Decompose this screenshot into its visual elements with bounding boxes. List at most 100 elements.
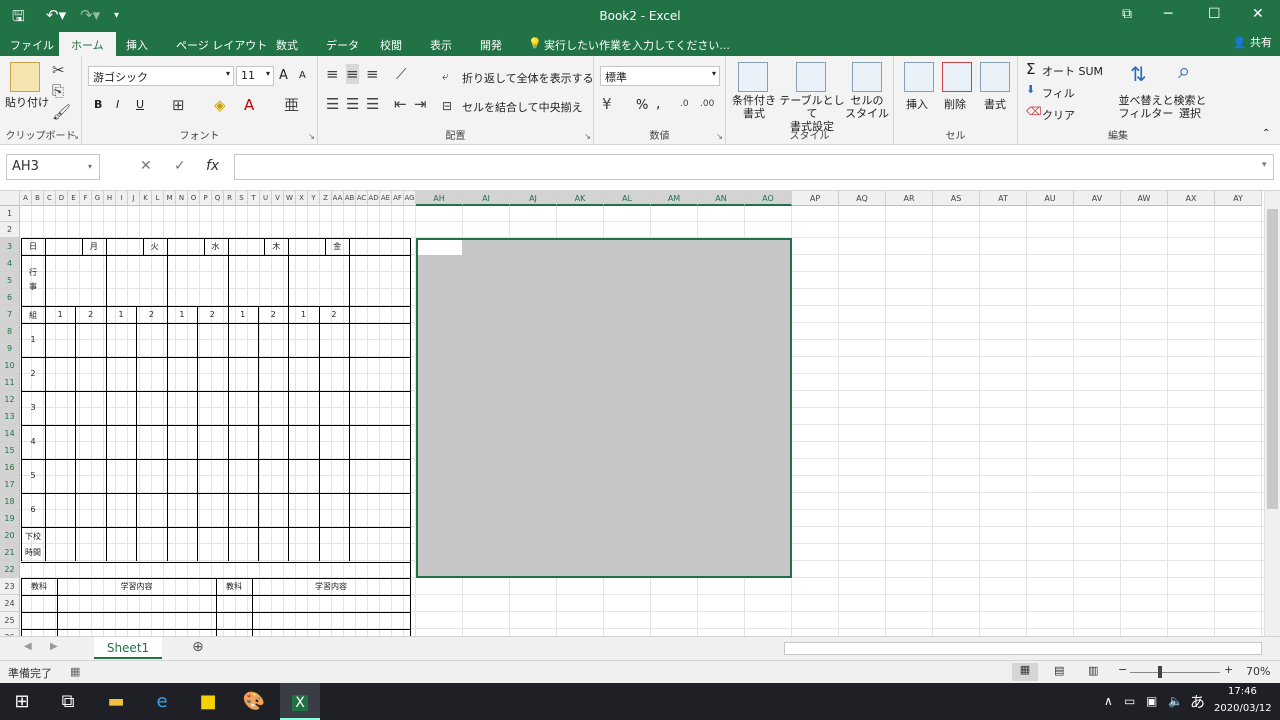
alignment-launcher-icon[interactable]: ↘ xyxy=(584,132,591,141)
zoom-level[interactable]: 70% xyxy=(1246,665,1270,678)
tab-file[interactable]: ファイル xyxy=(10,37,54,53)
column-header[interactable]: AV xyxy=(1074,191,1121,206)
close-button[interactable]: ✕ xyxy=(1252,6,1264,22)
name-box[interactable]: AH3 xyxy=(6,154,100,180)
tab-review[interactable]: 校閲 xyxy=(380,37,402,53)
comma-button[interactable]: , xyxy=(656,96,660,112)
row-header[interactable]: 13 xyxy=(0,408,20,425)
volume-icon[interactable]: 🔈 xyxy=(1168,694,1183,708)
font-color-icon[interactable]: A xyxy=(244,95,254,115)
tab-page-layout[interactable]: ページ レイアウト xyxy=(176,37,267,53)
edge-browser-icon[interactable]: e xyxy=(150,691,174,712)
clock-date[interactable]: 2020/03/12 xyxy=(1214,703,1272,714)
column-header[interactable]: P xyxy=(200,191,212,206)
column-header[interactable]: Y xyxy=(308,191,320,206)
align-bottom-icon[interactable]: ≡ xyxy=(366,64,379,84)
prev-sheet-icon[interactable]: ◀ xyxy=(24,641,32,652)
phonetic-icon[interactable]: 亜 xyxy=(284,95,299,115)
cut-icon[interactable]: ✂ xyxy=(52,60,65,80)
insert-cells-button[interactable]: 挿入 xyxy=(906,96,928,112)
row-header[interactable]: 18 xyxy=(0,493,20,510)
column-header[interactable]: AN xyxy=(698,191,745,206)
active-cell[interactable] xyxy=(418,240,462,255)
column-header[interactable]: AX xyxy=(1168,191,1215,206)
row-header[interactable]: 26 xyxy=(0,629,20,636)
zoom-slider-thumb[interactable] xyxy=(1158,666,1162,678)
cancel-entry-icon[interactable]: ✕ xyxy=(140,158,152,174)
zoom-out-button[interactable]: − xyxy=(1118,663,1127,676)
autosum-button[interactable]: オート SUM xyxy=(1042,63,1103,79)
column-header[interactable]: AF xyxy=(392,191,404,206)
column-header[interactable]: F xyxy=(80,191,92,206)
name-box-dropdown-icon[interactable]: ▾ xyxy=(88,162,92,171)
wrap-text-button[interactable]: 折り返して全体を表示する xyxy=(462,70,594,86)
column-header[interactable]: AS xyxy=(933,191,980,206)
column-header[interactable]: J xyxy=(128,191,140,206)
column-header[interactable]: AD xyxy=(368,191,380,206)
tab-formulas[interactable]: 数式 xyxy=(276,37,298,53)
row-header[interactable]: 21 xyxy=(0,544,20,561)
insert-function-icon[interactable]: fx xyxy=(206,158,219,174)
clear-button[interactable]: クリア xyxy=(1042,107,1075,123)
row-header[interactable]: 6 xyxy=(0,289,20,306)
column-header[interactable]: AY xyxy=(1215,191,1262,206)
column-header[interactable]: AL xyxy=(604,191,651,206)
column-header[interactable]: T xyxy=(248,191,260,206)
select-all-corner[interactable] xyxy=(0,191,20,206)
column-header[interactable]: L xyxy=(152,191,164,206)
column-header[interactable]: N xyxy=(176,191,188,206)
enter-entry-icon[interactable]: ✓ xyxy=(174,158,186,174)
horizontal-scrollbar[interactable] xyxy=(784,642,1262,655)
paste-button[interactable]: 貼り付け xyxy=(5,94,49,110)
row-header[interactable]: 17 xyxy=(0,476,20,493)
orientation-icon[interactable]: ⟋ xyxy=(396,64,407,84)
row-header[interactable]: 19 xyxy=(0,510,20,527)
minimize-button[interactable]: ─ xyxy=(1164,6,1172,22)
increase-decimal-icon[interactable]: .0 xyxy=(680,94,689,114)
ime-indicator[interactable]: あ xyxy=(1190,691,1205,712)
column-header[interactable]: AP xyxy=(792,191,839,206)
network-icon[interactable]: ▣ xyxy=(1146,694,1157,708)
row-header[interactable]: 10 xyxy=(0,357,20,374)
bold-button[interactable]: B xyxy=(94,98,102,111)
align-right-icon[interactable]: ☰ xyxy=(366,94,379,114)
vertical-scroll-thumb[interactable] xyxy=(1267,209,1278,509)
column-header[interactable]: R xyxy=(224,191,236,206)
clipboard-launcher-icon[interactable]: ↘ xyxy=(72,132,79,141)
next-sheet-icon[interactable]: ▶ xyxy=(50,641,58,652)
column-header[interactable]: E xyxy=(68,191,80,206)
font-size-dropdown[interactable]: 11 ▾ xyxy=(236,66,274,86)
zoom-slider[interactable] xyxy=(1130,672,1220,673)
task-view-icon[interactable]: ⧉ xyxy=(56,691,80,712)
windows-start-icon[interactable]: ⊞ xyxy=(10,691,34,712)
column-header[interactable]: D xyxy=(56,191,68,206)
row-header[interactable]: 23 xyxy=(0,578,20,595)
delete-cells-button[interactable]: 削除 xyxy=(944,96,966,112)
font-launcher-icon[interactable]: ↘ xyxy=(308,132,315,141)
zoom-in-button[interactable]: + xyxy=(1224,663,1233,676)
show-hidden-icons[interactable]: ∧ xyxy=(1104,694,1113,708)
column-header[interactable]: AB xyxy=(344,191,356,206)
page-layout-view-icon[interactable]: ▤ xyxy=(1054,664,1064,677)
column-header[interactable]: AQ xyxy=(839,191,886,206)
column-header[interactable]: H xyxy=(104,191,116,206)
currency-icon[interactable]: ¥ xyxy=(602,94,612,114)
sheet-tab-sheet1[interactable]: Sheet1 xyxy=(94,637,162,659)
column-header[interactable]: S xyxy=(236,191,248,206)
column-header[interactable]: B xyxy=(32,191,44,206)
column-header[interactable]: A xyxy=(20,191,32,206)
percent-button[interactable]: % xyxy=(636,98,648,113)
share-button[interactable]: 👤 共有 xyxy=(1233,34,1272,50)
column-header[interactable]: U xyxy=(260,191,272,206)
italic-button[interactable]: I xyxy=(116,98,119,111)
tab-data[interactable]: データ xyxy=(326,37,359,53)
align-center-icon[interactable]: ☰ xyxy=(346,94,359,114)
normal-view-icon[interactable]: ▦ xyxy=(1012,663,1038,681)
excel-taskbar-icon[interactable]: X xyxy=(280,683,320,720)
row-header[interactable]: 16 xyxy=(0,459,20,476)
clock-time[interactable]: 17:46 xyxy=(1228,686,1257,697)
tab-home[interactable]: ホーム xyxy=(59,32,116,56)
column-header[interactable]: G xyxy=(92,191,104,206)
column-header[interactable]: V xyxy=(272,191,284,206)
merge-center-button[interactable]: セルを結合して中央揃え xyxy=(462,99,583,115)
